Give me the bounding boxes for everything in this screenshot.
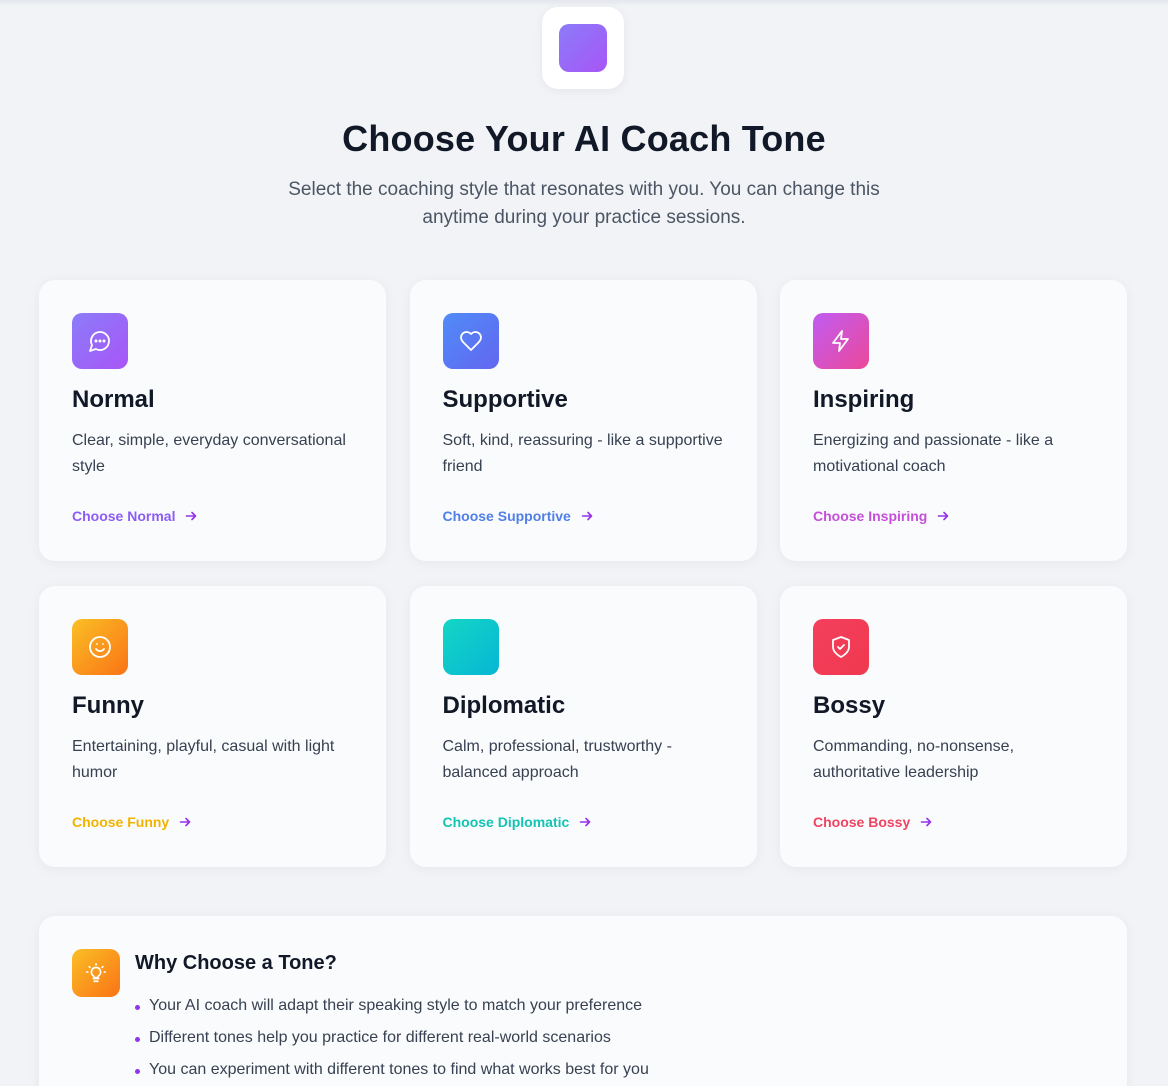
heart-icon bbox=[459, 331, 482, 351]
why-title: Why Choose a Tone? bbox=[135, 952, 337, 974]
choose-supportive-link[interactable]: Choose Supportive bbox=[443, 508, 593, 524]
page-subtitle: Select the coaching style that resonates… bbox=[288, 179, 880, 228]
tone-icon-inspiring bbox=[813, 313, 869, 369]
tone-title: Inspiring bbox=[813, 386, 915, 413]
tone-card-bossy[interactable]: Bossy Commanding, no-nonsense, authorita… bbox=[780, 586, 1127, 867]
lightning-icon bbox=[832, 330, 849, 352]
why-point-text: Different tones help you practice for di… bbox=[149, 1029, 611, 1046]
tone-title: Normal bbox=[72, 386, 155, 413]
app-logo bbox=[542, 7, 624, 89]
arrow-right-icon bbox=[186, 511, 197, 521]
tone-icon-normal bbox=[72, 313, 128, 369]
why-list-item: You can experiment with different tones … bbox=[135, 1054, 649, 1086]
tone-description: Clear, simple, everyday conversational s… bbox=[72, 432, 346, 475]
arrow-right-icon bbox=[938, 511, 949, 521]
arrow-right-icon bbox=[581, 511, 593, 521]
choose-funny-link[interactable]: Choose Funny bbox=[72, 814, 191, 830]
tone-icon-supportive bbox=[442, 313, 499, 369]
why-list-item: Your AI coach will adapt their speaking … bbox=[135, 990, 649, 1022]
tone-description: Calm, professional, trustworthy - balanc… bbox=[442, 738, 672, 781]
top-shadow bbox=[0, 0, 1168, 6]
bullet-dot bbox=[135, 1068, 140, 1074]
shield-check-icon bbox=[832, 636, 850, 658]
choose-normal-link[interactable]: Choose Normal bbox=[72, 508, 197, 524]
why-point-text: You can experiment with different tones … bbox=[149, 1061, 649, 1078]
smile-icon bbox=[89, 636, 111, 658]
why-list-item: Different tones help you practice for di… bbox=[135, 1022, 649, 1054]
tone-icon-funny bbox=[72, 619, 128, 675]
choose-link-label: Choose Bossy bbox=[813, 814, 911, 830]
logo-mark bbox=[559, 24, 607, 72]
arrow-right-icon bbox=[579, 817, 591, 827]
tone-grid: Normal Clear, simple, everyday conversat… bbox=[39, 280, 1127, 867]
choose-bossy-link[interactable]: Choose Bossy bbox=[813, 814, 932, 830]
chat-bubble-icon bbox=[89, 331, 110, 352]
choose-inspiring-link[interactable]: Choose Inspiring bbox=[813, 508, 949, 524]
diplomatic-icon bbox=[459, 635, 483, 659]
tone-title: Diplomatic bbox=[442, 692, 566, 719]
tone-title: Funny bbox=[72, 692, 144, 719]
why-point-text: Your AI coach will adapt their speaking … bbox=[149, 997, 643, 1014]
why-icon-box bbox=[72, 949, 120, 997]
tone-card-funny[interactable]: Funny Entertaining, playful, casual with… bbox=[39, 586, 386, 867]
bullet-dot bbox=[135, 1004, 140, 1010]
choose-link-label: Choose Funny bbox=[72, 814, 170, 830]
tone-description: Entertaining, playful, casual with light… bbox=[72, 738, 335, 781]
tone-description: Commanding, no-nonsense, authoritative l… bbox=[813, 738, 1015, 781]
page-title: Choose Your AI Coach Tone bbox=[342, 118, 826, 159]
tone-description: Energizing and passionate - like a motiv… bbox=[813, 432, 1054, 475]
tone-description: Soft, kind, reassuring - like a supporti… bbox=[442, 432, 723, 475]
lightbulb-icon bbox=[86, 963, 106, 983]
choose-link-label: Choose Normal bbox=[72, 508, 176, 524]
choose-link-label: Choose Supportive bbox=[442, 508, 571, 524]
tone-icon-bossy bbox=[813, 619, 869, 675]
tone-icon-diplomatic bbox=[442, 619, 499, 675]
tone-title: Supportive bbox=[442, 386, 568, 413]
tone-card-inspiring[interactable]: Inspiring Energizing and passionate - li… bbox=[780, 280, 1127, 561]
arrow-right-icon bbox=[179, 817, 191, 827]
arrow-right-icon bbox=[920, 817, 932, 827]
tone-card-supportive[interactable]: Supportive Soft, kind, reassuring - like… bbox=[409, 280, 757, 561]
tone-card-normal[interactable]: Normal Clear, simple, everyday conversat… bbox=[39, 280, 386, 561]
tone-card-diplomatic[interactable]: Diplomatic Calm, professional, trustwort… bbox=[409, 586, 757, 867]
why-list: Your AI coach will adapt their speaking … bbox=[135, 990, 649, 1086]
choose-link-label: Choose Inspiring bbox=[813, 508, 928, 524]
why-tone-panel: Why Choose a Tone? Your AI coach will ad… bbox=[39, 916, 1127, 1086]
bullet-dot bbox=[135, 1036, 140, 1042]
choose-diplomatic-link[interactable]: Choose Diplomatic bbox=[443, 814, 592, 830]
choose-link-label: Choose Diplomatic bbox=[442, 814, 570, 830]
tone-title: Bossy bbox=[813, 692, 886, 719]
